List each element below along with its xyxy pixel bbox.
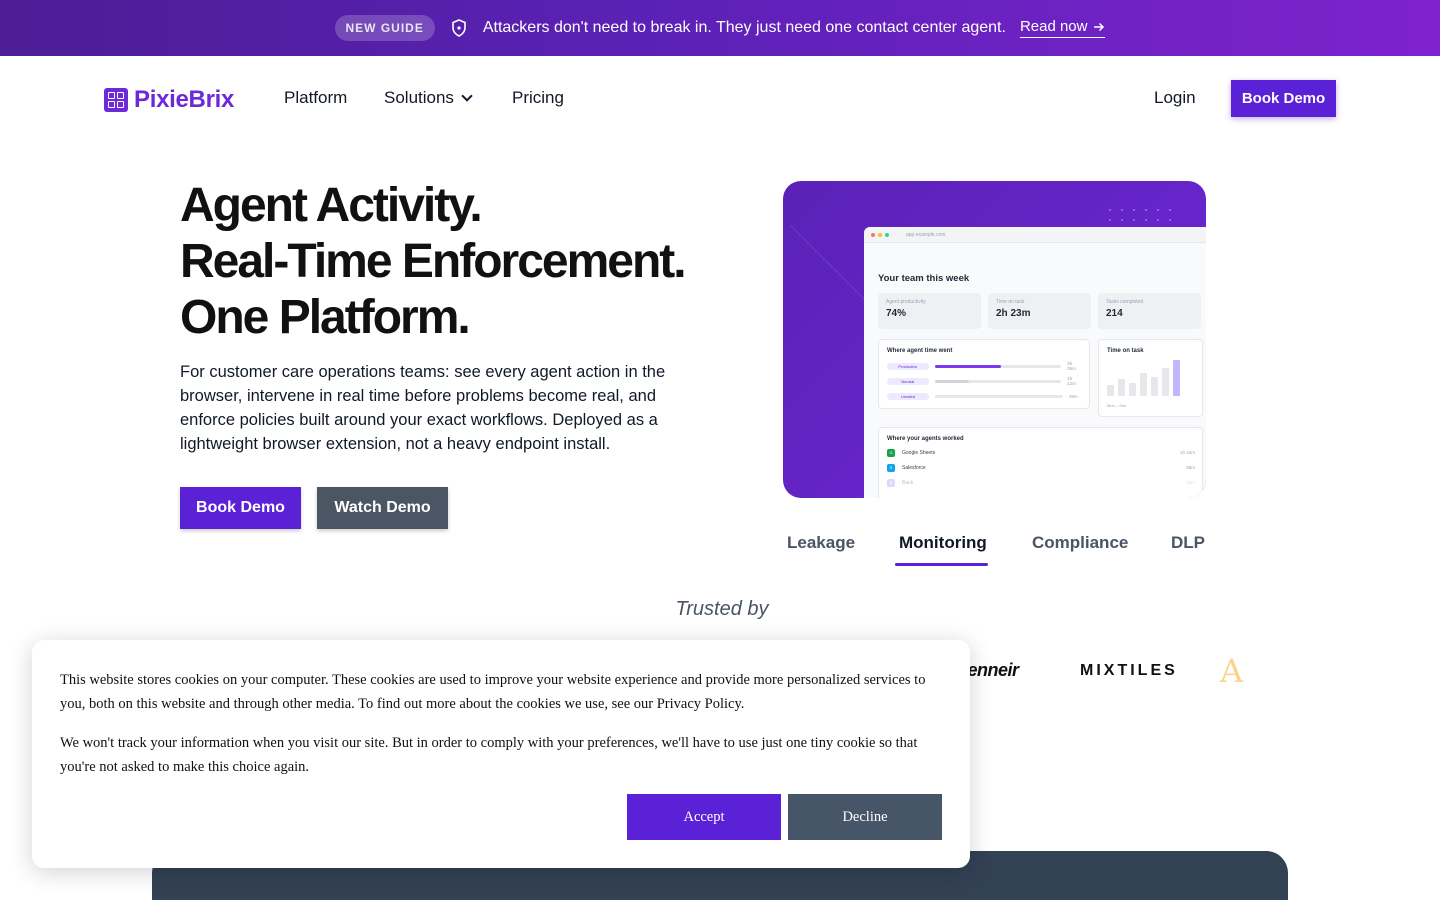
pixiebrix-logo-icon (104, 88, 128, 112)
time-row-value: 1h 12m (1067, 376, 1076, 386)
site-name: Google Sheets (902, 449, 936, 456)
cookie-text-2: We won't track your information when you… (60, 735, 918, 775)
task-bar (1140, 373, 1147, 396)
site-row: S Salesforce 58m (887, 463, 1195, 472)
stat-card: Time on task 2h 23m (988, 293, 1091, 329)
new-guide-badge: NEW GUIDE (334, 15, 435, 41)
cookie-accept-button[interactable]: Accept (627, 794, 781, 840)
stat-card: Agent productivity 74% (878, 293, 981, 329)
sites-panel-title: Where your agents worked (887, 436, 964, 442)
site-row: B Back 23m (887, 478, 1195, 487)
cookie-text-1: This website stores cookies on your comp… (60, 672, 926, 712)
sites-panel: Where your agents worked G Google Sheets 1… (878, 427, 1203, 498)
hero-title: Agent Activity. Real-Time Enforcement. O… (180, 178, 740, 346)
active-tab-indicator (895, 563, 988, 566)
site-time: 1h 42m (1179, 450, 1195, 455)
task-bar (1151, 377, 1158, 396)
nav-solutions[interactable]: Solutions (384, 88, 473, 108)
cookie-decline-button[interactable]: Decline (788, 794, 942, 840)
time-panel: Where agent time went Productive 3h 05m Ne… (878, 339, 1090, 409)
tab-compliance[interactable]: Compliance (1032, 533, 1128, 553)
customer-logo-a: A (1220, 652, 1244, 690)
brand-logo[interactable]: PixieBrix (104, 86, 234, 114)
site-time: 58m (1186, 465, 1195, 470)
site-time: 23m (1186, 480, 1195, 485)
tab-leakage[interactable]: Leakage (787, 533, 855, 553)
time-row: Productive 3h 05m (887, 361, 1082, 371)
cookie-banner: This website stores cookies on your comp… (32, 640, 970, 868)
announcement-bar: NEW GUIDE Attackers don't need to break … (0, 0, 1440, 56)
read-now-link[interactable]: Read now (1019, 18, 1106, 38)
time-row: Unrated 38m (887, 392, 1082, 400)
time-row-value: 38m (1069, 393, 1078, 399)
customer-logo-fenneir: fenneir (962, 660, 1019, 680)
site-name: Back (902, 479, 914, 486)
preview-heading: Your team this week (878, 273, 970, 284)
time-track (934, 379, 1062, 383)
task-range: Mon – Sun (1107, 403, 1127, 408)
browser-url: app.example.com (906, 231, 946, 238)
site-icon: G (887, 448, 895, 457)
shield-icon (452, 19, 466, 37)
chevron-down-icon (461, 90, 473, 102)
decorative-dots (1104, 205, 1180, 225)
task-bar (1118, 378, 1125, 396)
task-bar (1173, 359, 1180, 396)
browser-bar: app.example.com (864, 227, 1206, 243)
time-track (935, 394, 1063, 398)
stat-card: Tasks completed 214 (1098, 293, 1201, 329)
hero-title-line: Agent Activity. (180, 179, 483, 232)
stat-label: Agent productivity (886, 299, 926, 305)
hero-title-line: One Platform. (180, 291, 471, 344)
nav-platform[interactable]: Platform (284, 88, 347, 108)
main-nav: PixieBrix Platform Solutions Pricing Log… (0, 56, 1440, 140)
task-bar (1162, 367, 1169, 396)
task-panel: Time on task Mon – Sun (1098, 339, 1203, 417)
task-panel-title: Time on task (1107, 348, 1144, 354)
time-row-value: 3h 05m (1067, 361, 1076, 371)
tab-monitoring[interactable]: Monitoring (899, 533, 987, 553)
time-fill (935, 394, 955, 398)
stat-value: 74% (886, 308, 907, 319)
time-row-label: Neutral (887, 377, 929, 385)
time-row: Neutral 1h 12m (887, 376, 1082, 386)
nav-pricing[interactable]: Pricing (512, 88, 564, 108)
nav-solutions-label: Solutions (384, 88, 454, 107)
site-icon: B (887, 478, 895, 487)
task-bar (1107, 384, 1114, 396)
stat-label: Time on task (996, 299, 1025, 305)
read-now-label: Read now (1019, 18, 1088, 35)
product-preview-card: app.example.com Your team this week Agen… (783, 181, 1206, 498)
arrow-right-icon (1094, 22, 1105, 31)
app-screenshot: app.example.com Your team this week Agen… (864, 227, 1206, 498)
site-row: G Google Sheets 1h 42m (887, 448, 1195, 457)
stat-value: 214 (1106, 308, 1123, 319)
hero-watch-demo-button[interactable]: Watch Demo (317, 487, 448, 529)
login-link[interactable]: Login (1154, 88, 1196, 108)
hero-description: For customer care operations teams: see … (180, 363, 666, 453)
tab-dlp[interactable]: DLP (1171, 533, 1205, 553)
site-name: Salesforce (902, 464, 926, 471)
nav-book-demo-button[interactable]: Book Demo (1231, 80, 1336, 117)
time-row-label: Productive (887, 362, 929, 370)
time-row-label: Unrated (887, 392, 929, 400)
time-fill (934, 364, 1002, 368)
trusted-by-heading: Trusted by (675, 598, 769, 620)
hero-book-demo-button[interactable]: Book Demo (180, 487, 301, 529)
brand-name: PixieBrix (134, 86, 235, 113)
time-panel-title: Where agent time went (887, 348, 953, 354)
announcement-message: Attackers don't need to break in. They j… (482, 19, 1006, 36)
stat-label: Tasks completed (1106, 299, 1144, 305)
time-track (934, 364, 1062, 368)
customer-logo-mixtiles: MIXTILES (1080, 662, 1178, 679)
hero-title-line: Real-Time Enforcement. (180, 235, 687, 288)
site-icon: S (887, 463, 895, 472)
time-fill (934, 379, 970, 383)
stat-value: 2h 23m (996, 308, 1031, 319)
task-bar (1129, 382, 1136, 396)
